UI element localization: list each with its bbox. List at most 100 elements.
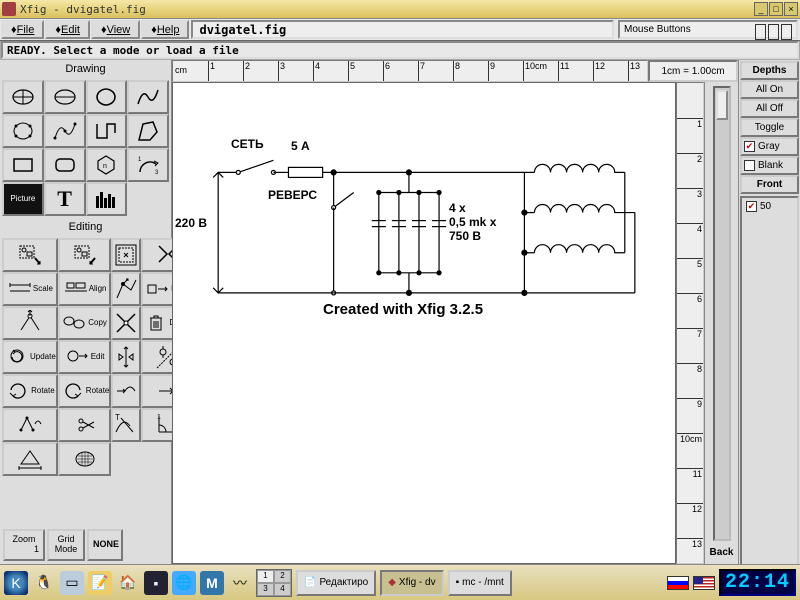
taskbar: K 🐧 ▭ 📝 🏠 ▪ 🌐 M 〰 1 2 3 4 📄 Редактиро ◆ … bbox=[0, 564, 800, 600]
seagull-icon[interactable]: 〰 bbox=[228, 571, 252, 595]
tool-ellipse[interactable] bbox=[44, 80, 86, 114]
tool-regular-polygon[interactable]: n bbox=[86, 148, 128, 182]
tool-text[interactable]: T bbox=[44, 182, 86, 216]
tool-open-compound[interactable] bbox=[111, 238, 141, 272]
editor-icon[interactable]: 📝 bbox=[88, 571, 112, 595]
grid-none-button[interactable]: NONE bbox=[87, 529, 123, 561]
task-icon: ▪ bbox=[456, 577, 460, 588]
tool-library[interactable] bbox=[86, 182, 128, 216]
label-revers: РЕВЕРС bbox=[268, 188, 317, 202]
label-voltage: 220 В bbox=[175, 216, 207, 230]
checkbox-icon: ✔ bbox=[746, 201, 757, 212]
checkbox-icon: ✔ bbox=[744, 141, 755, 152]
status-bar: READY. Select a mode or load a file bbox=[1, 41, 799, 59]
depths-header: Depths bbox=[740, 61, 799, 80]
menubar: ♦File ♦Edit ♦View ♦Help dvigatel.fig Mou… bbox=[0, 19, 800, 41]
desktop-pager[interactable]: 1 2 3 4 bbox=[256, 569, 292, 597]
tool-update[interactable]: Update bbox=[2, 340, 58, 374]
tool-align[interactable]: Align bbox=[58, 272, 112, 306]
tool-closed-interp-spline[interactable] bbox=[2, 114, 44, 148]
flag-us-icon[interactable] bbox=[693, 576, 715, 590]
desktop-icon[interactable]: ▭ bbox=[60, 571, 84, 595]
window-minimize-button[interactable]: _ bbox=[754, 2, 768, 16]
depths-panel: Depths All On All Off Toggle ✔ Gray Blan… bbox=[738, 60, 800, 564]
depths-all-on-button[interactable]: All On bbox=[740, 80, 799, 99]
editing-tools: Scale Align Move Copy Delete Update Edit… bbox=[0, 236, 171, 478]
tool-measure-area[interactable] bbox=[58, 442, 112, 476]
drawing-section-label: Drawing bbox=[0, 60, 171, 78]
taskbar-task-mc[interactable]: ▪ mc - /mnt bbox=[448, 570, 512, 596]
scale-indicator[interactable]: 1cm = 1.00cm bbox=[648, 60, 738, 82]
kmenu-icon[interactable]: K bbox=[4, 571, 28, 595]
grid-control[interactable]: Grid Mode bbox=[47, 529, 85, 561]
svg-text:n: n bbox=[103, 163, 107, 170]
canvas-wrap: cm 1 2 3 4 5 6 7 8 9 10cm 11 12 13 1cm =… bbox=[172, 60, 738, 564]
window-close-button[interactable]: × bbox=[784, 2, 798, 16]
tool-delete-point[interactable] bbox=[111, 306, 141, 340]
tool-copy[interactable]: Copy bbox=[58, 306, 112, 340]
depths-front-header: Front bbox=[740, 175, 799, 194]
filename-box[interactable]: dvigatel.fig bbox=[191, 20, 614, 39]
menu-edit[interactable]: ♦Edit bbox=[45, 20, 90, 39]
tool-spline[interactable] bbox=[127, 80, 169, 114]
tool-closed-spline[interactable] bbox=[86, 80, 128, 114]
tool-picture[interactable]: Picture bbox=[2, 182, 44, 216]
window-maximize-button[interactable]: □ bbox=[769, 2, 783, 16]
menu-help[interactable]: ♦Help bbox=[141, 20, 189, 39]
depth-slider-track[interactable] bbox=[713, 86, 731, 541]
task-icon: 📄 bbox=[304, 577, 316, 588]
app-m-icon[interactable]: M bbox=[200, 571, 224, 595]
tool-tangent[interactable]: T bbox=[111, 408, 141, 442]
tool-break[interactable] bbox=[58, 238, 112, 272]
tool-flip-vertical[interactable] bbox=[111, 340, 141, 374]
drawing-canvas[interactable]: СЕТЬ 5 А РЕВЕРС 220 В 4 x 0,5 mk x 750 В… bbox=[172, 82, 676, 564]
app-icon bbox=[2, 2, 16, 16]
depths-toggle-button[interactable]: Toggle bbox=[740, 118, 799, 137]
terminal-icon[interactable]: ▪ bbox=[144, 571, 168, 595]
tool-move-point[interactable] bbox=[111, 272, 141, 306]
penguin-icon[interactable]: 🐧 bbox=[32, 571, 56, 595]
menu-file[interactable]: ♦File bbox=[1, 20, 44, 39]
tool-interp-spline[interactable] bbox=[44, 114, 86, 148]
tool-rotate-cw[interactable]: Rotate bbox=[2, 374, 58, 408]
tool-scale[interactable]: Scale bbox=[2, 272, 58, 306]
main-area: Drawing n 13 Picture T Editing Sca bbox=[0, 60, 800, 564]
depth-item[interactable]: ✔ 50 bbox=[744, 200, 795, 213]
depths-all-off-button[interactable]: All Off bbox=[740, 99, 799, 118]
tool-arc[interactable]: 13 bbox=[127, 148, 169, 182]
flag-ru-icon[interactable] bbox=[667, 576, 689, 590]
tool-polyline[interactable] bbox=[86, 114, 128, 148]
tool-rotate-ccw[interactable]: Rotate bbox=[58, 374, 112, 408]
zoom-control[interactable]: Zoom 1 bbox=[3, 529, 45, 561]
clock[interactable]: 22:14 bbox=[719, 569, 796, 596]
menu-view[interactable]: ♦View bbox=[91, 20, 140, 39]
taskbar-task-editor[interactable]: 📄 Редактиро bbox=[296, 570, 376, 596]
editing-section-label: Editing bbox=[0, 218, 171, 236]
label-cap2: 0,5 mk x bbox=[449, 215, 496, 229]
depth-slider-thumb[interactable] bbox=[716, 90, 728, 120]
tool-chop[interactable] bbox=[58, 408, 112, 442]
label-credit: Created with Xfig 3.2.5 bbox=[323, 301, 483, 318]
vertical-ruler: 1 2 3 4 5 6 7 8 9 10cm 11 12 13 bbox=[676, 82, 704, 564]
tool-circle-ellipse[interactable] bbox=[2, 80, 44, 114]
tool-arc-box[interactable] bbox=[44, 148, 86, 182]
taskbar-task-xfig[interactable]: ◆ Xfig - dv bbox=[380, 570, 443, 596]
tool-glue[interactable] bbox=[2, 238, 58, 272]
tool-convert[interactable] bbox=[2, 408, 58, 442]
home-icon[interactable]: 🏠 bbox=[116, 571, 140, 595]
back-button[interactable]: Back bbox=[710, 543, 734, 562]
tool-add-point[interactable] bbox=[2, 306, 58, 340]
tool-edit[interactable]: Edit bbox=[58, 340, 112, 374]
window-titlebar: Xfig - dvigatel.fig _ □ × bbox=[0, 0, 800, 19]
tool-spline-line[interactable] bbox=[111, 374, 141, 408]
depths-gray-checkbox[interactable]: ✔ Gray bbox=[740, 137, 799, 156]
label-cet: СЕТЬ bbox=[231, 137, 264, 151]
browser-icon[interactable]: 🌐 bbox=[172, 571, 196, 595]
depths-blank-checkbox[interactable]: Blank bbox=[740, 156, 799, 175]
tool-polygon[interactable] bbox=[127, 114, 169, 148]
tool-measure-length[interactable] bbox=[2, 442, 58, 476]
toolbox: Drawing n 13 Picture T Editing Sca bbox=[0, 60, 172, 564]
tool-box[interactable] bbox=[2, 148, 44, 182]
label-fuse: 5 А bbox=[291, 139, 310, 153]
drawing-tools: n 13 Picture T bbox=[0, 78, 171, 218]
